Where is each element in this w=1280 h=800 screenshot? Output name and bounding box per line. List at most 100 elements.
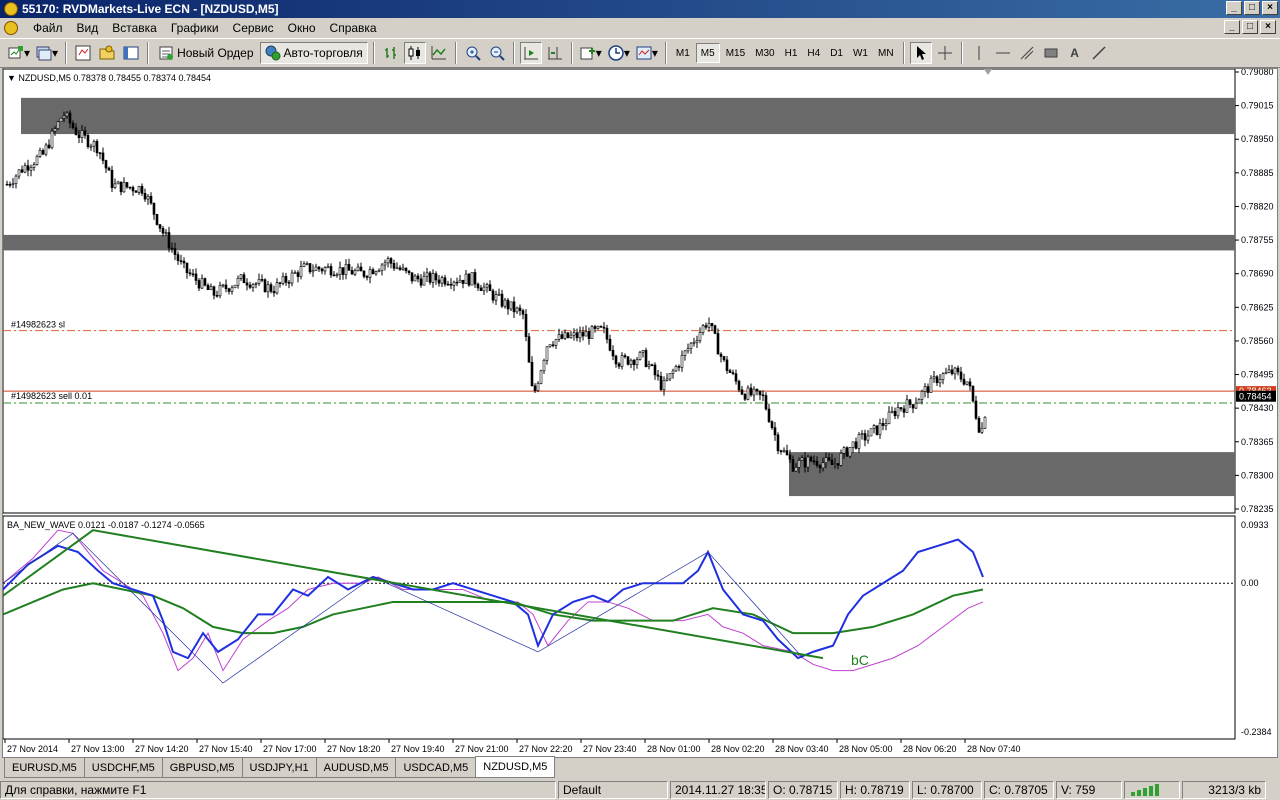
minimize-button[interactable]: _ xyxy=(1226,1,1242,15)
chart-info-label: ▼ NZDUSD,M5 0.78378 0.78455 0.78374 0.78… xyxy=(7,73,211,83)
candle-body xyxy=(512,301,516,313)
navigator-button[interactable] xyxy=(96,42,118,64)
timeframe-mn[interactable]: MN xyxy=(874,43,898,63)
menu-tools[interactable]: Сервис xyxy=(226,21,281,35)
candle-body xyxy=(104,160,108,169)
candle-body xyxy=(536,383,540,391)
new-chart-button[interactable]: ▾ xyxy=(6,42,32,64)
chart-window-icon[interactable] xyxy=(4,21,18,35)
bar-chart-button[interactable] xyxy=(380,42,402,64)
vertical-line-button[interactable] xyxy=(968,42,990,64)
crosshair-tool-button[interactable] xyxy=(934,42,956,64)
candle-body xyxy=(254,283,258,285)
terminal-button[interactable] xyxy=(120,42,142,64)
line-arrow-icon xyxy=(1092,46,1106,60)
timeframe-m15[interactable]: M15 xyxy=(722,43,749,63)
candle-body xyxy=(296,272,300,277)
candle-body xyxy=(833,463,837,465)
timeframe-h1[interactable]: H1 xyxy=(781,43,802,63)
child-restore-button[interactable]: □ xyxy=(1242,20,1258,34)
auto-trading-button[interactable]: Авто-торговля xyxy=(259,42,368,64)
tab-usdcad[interactable]: USDCAD,M5 xyxy=(395,758,477,778)
zoom-out-button[interactable] xyxy=(486,42,508,64)
rectangle-tool-button[interactable] xyxy=(1040,42,1062,64)
timeframe-d1[interactable]: D1 xyxy=(826,43,847,63)
candle-body xyxy=(731,372,735,374)
price-axis-label: 0.78560 xyxy=(1241,336,1274,346)
periods-button[interactable]: ▾ xyxy=(606,42,632,64)
menu-view[interactable]: Вид xyxy=(70,21,106,35)
candle-body xyxy=(455,281,459,284)
templates-button[interactable]: ▾ xyxy=(634,42,660,64)
chart-shift-button[interactable] xyxy=(544,42,566,64)
cursor-tool-button[interactable] xyxy=(909,42,932,64)
price-pane[interactable]: 0.79080 0.79015 0.78950 0.78885 0.78820 0.787… xyxy=(2,67,1276,514)
new-order-button[interactable]: Новый Ордер xyxy=(154,42,257,64)
candle-body xyxy=(332,274,336,277)
candle-body xyxy=(506,299,510,310)
horizontal-line-button[interactable] xyxy=(992,42,1014,64)
candle-body xyxy=(758,390,762,396)
indicators-button[interactable]: ▾ xyxy=(578,42,604,64)
timeframe-w1[interactable]: W1 xyxy=(849,43,872,63)
timeframe-m30[interactable]: M30 xyxy=(751,43,778,63)
zoom-in-button[interactable] xyxy=(462,42,484,64)
candle-body xyxy=(698,332,702,341)
candle-body xyxy=(761,394,765,397)
support-zone xyxy=(789,452,1235,497)
child-close-button[interactable]: × xyxy=(1260,20,1276,34)
candle-body xyxy=(125,182,129,188)
candle-body xyxy=(917,399,921,404)
text-tool-button[interactable]: A xyxy=(1064,42,1086,64)
child-minimize-button[interactable]: _ xyxy=(1224,20,1240,34)
candle-body xyxy=(92,141,96,147)
candle-body xyxy=(323,267,327,272)
close-button[interactable]: × xyxy=(1262,1,1278,15)
candle-body xyxy=(638,351,642,360)
candle-body xyxy=(59,117,63,123)
tab-eurusd[interactable]: EURUSD,M5 xyxy=(4,758,85,778)
arrow-tool-button[interactable] xyxy=(1088,42,1110,64)
price-axis-label: 0.78430 xyxy=(1241,403,1274,413)
timeframe-m1[interactable]: M1 xyxy=(672,43,694,63)
timeframe-m5[interactable]: M5 xyxy=(695,43,720,63)
candle-body xyxy=(221,284,225,287)
candle-body xyxy=(695,340,699,343)
candle-body xyxy=(596,325,600,329)
candle-body xyxy=(890,410,894,413)
tab-gbpusd[interactable]: GBPUSD,M5 xyxy=(161,758,243,778)
autoscroll-button[interactable] xyxy=(519,42,542,64)
time-axis-label: 28 Nov 05:00 xyxy=(839,744,893,754)
tab-nzdusd[interactable]: NZDUSD,M5 xyxy=(475,756,556,778)
menu-insert[interactable]: Вставка xyxy=(105,21,164,35)
status-profile[interactable]: Default xyxy=(558,781,668,799)
menu-file[interactable]: Файл xyxy=(26,21,70,35)
candle-body xyxy=(278,282,282,284)
menu-window[interactable]: Окно xyxy=(281,21,323,35)
candle-body xyxy=(926,386,930,393)
chart-canvas[interactable]: 0.79080 0.79015 0.78950 0.78885 0.78820 0.787… xyxy=(2,67,1277,757)
candle-body xyxy=(362,270,366,277)
timeframe-h4[interactable]: H4 xyxy=(803,43,824,63)
candle-body xyxy=(14,175,18,184)
chart-window[interactable]: 0.79080 0.79015 0.78950 0.78885 0.78820 0.787… xyxy=(2,67,1278,758)
market-watch-button[interactable] xyxy=(72,42,94,64)
indicator-axis-label: -0.2384 xyxy=(1241,727,1272,737)
trendline-button[interactable] xyxy=(1016,42,1038,64)
profiles-button[interactable]: ▾ xyxy=(34,42,60,64)
tab-usdchf[interactable]: USDCHF,M5 xyxy=(83,758,163,778)
candle-body xyxy=(98,152,102,155)
candlestick-button[interactable] xyxy=(403,42,426,64)
indicator-pane[interactable]: 0.0933 0.00 -0.2384 BA_NEW_WAVE 0.0121 -0.0… xyxy=(2,515,1272,740)
candle-body xyxy=(983,416,987,429)
app-icon xyxy=(4,2,18,16)
time-axis-label: 27 Nov 23:40 xyxy=(583,744,637,754)
candle-body xyxy=(581,331,585,337)
candle-body xyxy=(617,363,621,367)
tab-audusd[interactable]: AUDUSD,M5 xyxy=(315,758,397,778)
line-chart-button[interactable] xyxy=(428,42,450,64)
menu-charts[interactable]: Графики xyxy=(164,21,226,35)
tab-usdjpy[interactable]: USDJPY,H1 xyxy=(241,758,317,778)
maximize-button[interactable]: □ xyxy=(1244,1,1260,15)
menu-help[interactable]: Справка xyxy=(323,21,384,35)
